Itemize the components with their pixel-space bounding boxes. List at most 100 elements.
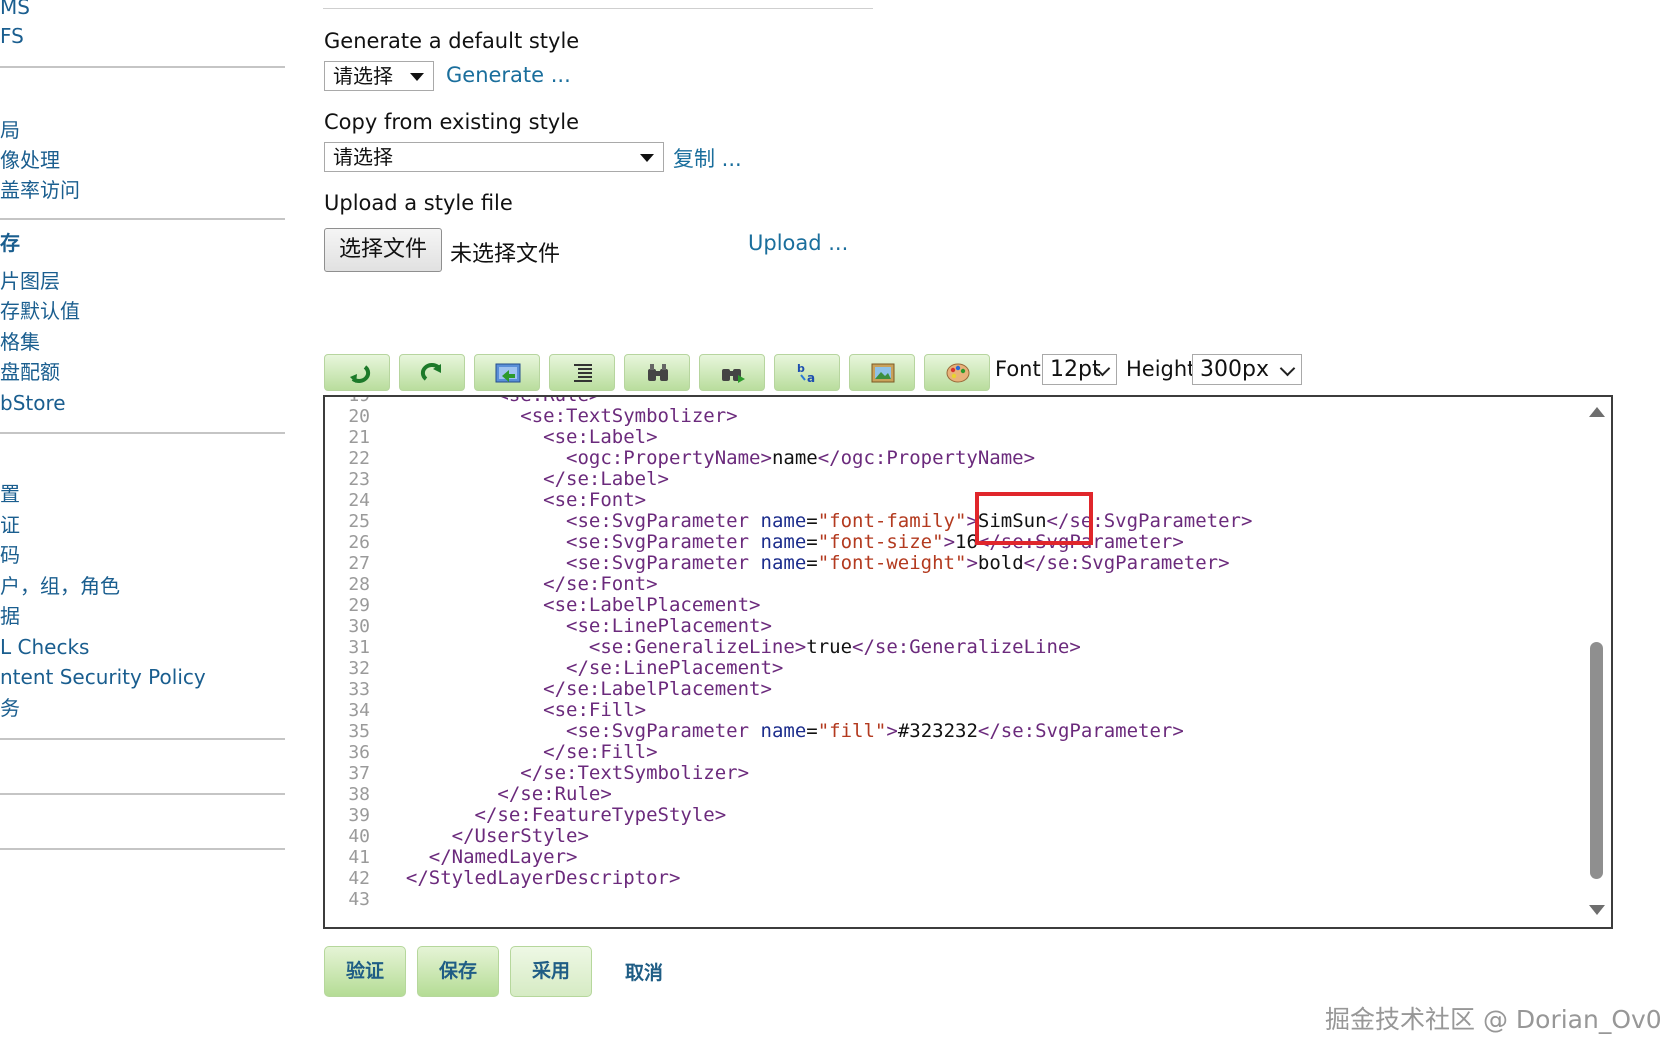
xml-tag: <se:SvgParameter <box>566 510 761 532</box>
sidebar-item-url-checks[interactable]: L Checks <box>0 633 89 661</box>
code-line: </UserStyle> <box>383 826 589 847</box>
line-number: 31 <box>348 637 370 658</box>
code-line: </se:Rule> <box>383 784 611 805</box>
xml-text <box>383 720 566 742</box>
sidebar-item-tile-layers[interactable]: 片图层 <box>0 267 60 295</box>
xml-tag: <se:SvgParameter <box>566 531 761 553</box>
generate-style-select-value: 请选择 <box>333 64 393 88</box>
choose-file-button[interactable]: 选择文件 <box>324 228 442 272</box>
upload-link[interactable]: Upload ... <box>748 231 848 255</box>
sidebar-item-image-processing[interactable]: 像处理 <box>0 146 60 174</box>
image-icon <box>871 363 895 383</box>
xml-tag: </se:Fill> <box>543 741 658 763</box>
xml-tag: </se:SvgParameter> <box>1023 552 1230 574</box>
xml-text <box>383 636 589 658</box>
reformat-button[interactable] <box>549 354 615 391</box>
code-line: <se:SvgParameter name="font-family">SimS… <box>383 511 1252 532</box>
validate-button[interactable]: 验证 <box>324 946 406 997</box>
xml-str: "fill" <box>817 720 887 742</box>
copy-link[interactable]: 复制 ... <box>673 143 742 173</box>
xml-text <box>383 468 543 490</box>
xml-tag: </se:GeneralizeLine> <box>852 636 1081 658</box>
copy-style-label: Copy from existing style <box>324 110 579 134</box>
sidebar-item-cache-defaults[interactable]: 存默认值 <box>0 297 80 325</box>
xml-tag: <se:TextSymbolizer> <box>520 405 738 427</box>
code-line: <se:SvgParameter name="fill">#323232</se… <box>383 721 1184 742</box>
sidebar-item-disk-quota[interactable]: 盘配额 <box>0 358 60 386</box>
height-select[interactable]: 300px <box>1192 354 1302 385</box>
sidebar-item-wms[interactable]: MS <box>0 0 30 21</box>
find-replace-button[interactable] <box>699 354 765 391</box>
scroll-up-arrow-icon[interactable] <box>1589 407 1605 417</box>
xml-text: bold <box>977 552 1024 574</box>
sidebar-item-blobstore[interactable]: bStore <box>0 389 66 417</box>
color-picker-button[interactable] <box>924 354 990 391</box>
xml-text <box>383 573 543 595</box>
scroll-down-arrow-icon[interactable] <box>1589 905 1605 915</box>
code-line: </se:TextSymbolizer> <box>383 763 749 784</box>
copy-style-select-value: 请选择 <box>333 145 393 169</box>
code-area[interactable]: <se:Rule> <se:TextSymbolizer> <se:Label>… <box>383 397 1581 927</box>
redo-icon <box>420 363 441 381</box>
reformat-icon <box>574 364 592 382</box>
vertical-scrollbar[interactable] <box>1583 397 1611 927</box>
line-number: 38 <box>348 784 370 805</box>
sidebar-item-data[interactable]: 据 <box>0 602 20 630</box>
font-label: Font <box>995 357 1041 381</box>
sidebar-item-authentication[interactable]: 证 <box>0 511 20 539</box>
cancel-link[interactable]: 取消 <box>625 958 663 985</box>
code-line: </se:LinePlacement> <box>383 658 783 679</box>
sidebar-item-passwords[interactable]: 码 <box>0 541 20 569</box>
replace-icon: ba <box>797 362 815 385</box>
code-line: <se:Font> <box>383 490 646 511</box>
sidebar-item-coverage-access[interactable]: 盖率访问 <box>0 176 80 204</box>
line-number: 30 <box>348 616 370 637</box>
scrollbar-thumb[interactable] <box>1590 642 1603 879</box>
xml-tag: <se:Label> <box>543 426 658 448</box>
find-replace-icon <box>722 369 745 383</box>
xml-text: = <box>806 552 818 574</box>
apply-button[interactable]: 采用 <box>510 946 592 997</box>
go-to-line-button[interactable] <box>474 354 540 391</box>
sidebar-item-settings[interactable]: 置 <box>0 480 20 508</box>
sidebar-item-wfs[interactable]: FS <box>0 22 24 50</box>
insert-image-button[interactable] <box>849 354 915 391</box>
xml-tag: </se:FeatureTypeStyle> <box>474 804 727 826</box>
save-button[interactable]: 保存 <box>417 946 499 997</box>
xml-tag: </se:TextSymbolizer> <box>520 762 750 784</box>
code-line: <se:Fill> <box>383 700 646 721</box>
caret-down-icon <box>640 154 654 162</box>
sidebar-item-users-groups-roles[interactable]: 户，组，角色 <box>0 572 120 600</box>
copy-style-select[interactable]: 请选择 <box>324 142 664 172</box>
generate-link[interactable]: Generate ... <box>446 63 571 87</box>
xml-text: = <box>806 531 818 553</box>
line-number: 20 <box>348 406 370 427</box>
sidebar-item-gridsets[interactable]: 格集 <box>0 328 40 356</box>
redo-button[interactable] <box>399 354 465 391</box>
height-label: Height <box>1126 357 1196 381</box>
line-number: 28 <box>348 574 370 595</box>
replace-button[interactable]: ba <box>774 354 840 391</box>
font-size-select[interactable]: 12pt <box>1042 354 1117 385</box>
xml-str: "font-weight" <box>817 552 967 574</box>
sidebar-item-content-security-policy[interactable]: ntent Security Policy <box>0 663 206 691</box>
xml-text <box>383 762 520 784</box>
xml-str: "font-family" <box>817 510 967 532</box>
upload-style-label: Upload a style file <box>324 191 513 215</box>
line-number: 24 <box>348 490 370 511</box>
undo-icon <box>350 365 371 383</box>
generate-style-label: Generate a default style <box>324 29 580 53</box>
line-number: 41 <box>348 847 370 868</box>
sidebar-item-global[interactable]: 局 <box>0 116 20 144</box>
find-button[interactable] <box>624 354 690 391</box>
go-to-line-icon <box>495 363 521 383</box>
xml-tag: </se:SvgParameter> <box>977 531 1184 553</box>
generate-style-select[interactable]: 请选择 <box>324 61 434 91</box>
line-number: 33 <box>348 679 370 700</box>
xml-tag: </se:Label> <box>543 468 669 490</box>
sld-code-editor[interactable]: 19 20 21 22 23 24 25 26 27 28 29 30 31 32 33 34 35 36 37 38… <box>323 395 1613 929</box>
undo-button[interactable] <box>324 354 390 391</box>
xml-tag: > <box>966 552 978 574</box>
svg-text:a: a <box>807 371 815 385</box>
sidebar-item-services[interactable]: 务 <box>0 694 20 722</box>
